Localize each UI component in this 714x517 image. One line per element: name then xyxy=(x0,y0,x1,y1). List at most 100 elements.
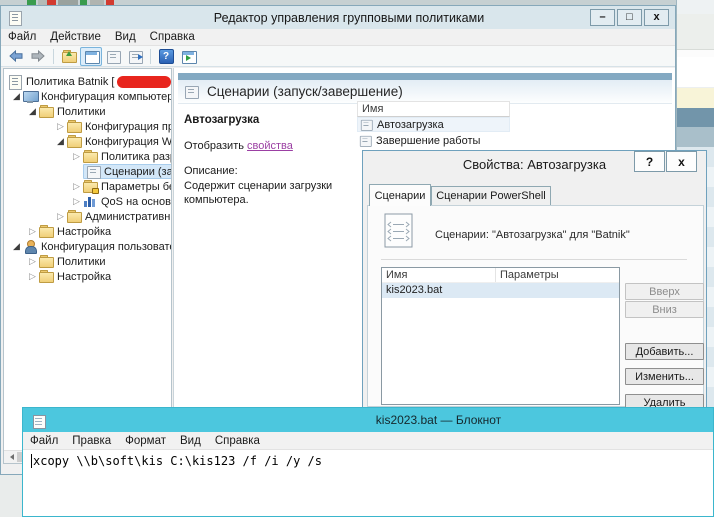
menu-action[interactable]: Действие xyxy=(43,30,108,44)
expander-collapsed-icon[interactable] xyxy=(28,225,39,238)
maximize-button[interactable]: □ xyxy=(617,9,642,26)
edit-button[interactable]: Изменить... xyxy=(625,368,704,385)
background-band xyxy=(677,108,714,127)
background-band xyxy=(677,0,714,14)
notepad-menubar: Файл Правка Формат Вид Справка xyxy=(23,432,713,450)
tree-item-policies[interactable]: Политики xyxy=(4,104,171,119)
close-button[interactable]: x xyxy=(644,9,669,26)
qos-chart-icon xyxy=(83,195,98,208)
notepad-icon xyxy=(31,414,46,429)
folder-icon xyxy=(67,120,82,133)
notepad-text: xcopy \\b\soft\kis C:\kis123 /f /i /y /s xyxy=(33,454,322,468)
add-button[interactable]: Добавить... xyxy=(625,343,704,360)
console-tree: Политика Batnik [ Конфигурация компьютер… xyxy=(4,69,171,284)
expander-collapsed-icon[interactable] xyxy=(72,195,83,208)
tree-item-policy-based-qos[interactable]: QoS на основе п xyxy=(4,194,171,209)
folder-lock-icon xyxy=(83,180,99,194)
tree-item-software-settings[interactable]: Конфигурация прог xyxy=(4,119,171,134)
notepad-titlebar[interactable]: kis2023.bat — Блокнот xyxy=(23,408,713,432)
menu-view[interactable]: Вид xyxy=(108,30,143,44)
dialog-help-button[interactable]: ? xyxy=(634,151,665,172)
column-parameters[interactable]: Параметры xyxy=(496,268,559,282)
forward-arrow-icon[interactable] xyxy=(27,47,49,66)
show-window-icon[interactable] xyxy=(177,47,199,66)
expander-expanded-icon[interactable] xyxy=(12,240,23,253)
scroll-left-button[interactable] xyxy=(4,451,17,463)
tree-item-user-configuration[interactable]: Конфигурация пользовате xyxy=(4,239,171,254)
notepad-menu-file[interactable]: Файл xyxy=(23,434,65,448)
script-icon xyxy=(360,119,373,131)
tree-item-user-preferences[interactable]: Настройка xyxy=(4,269,171,284)
dialog-caption: Сценарии: "Автозагрузка" для "Batnik" xyxy=(435,229,630,241)
console-window-icon[interactable] xyxy=(80,46,102,66)
tree-selection-highlight: Сценарии (запус xyxy=(83,164,171,179)
screen: Редактор управления групповыми политикам… xyxy=(0,0,714,517)
gpo-icon xyxy=(8,75,23,90)
properties-link[interactable]: свойства xyxy=(247,140,293,152)
help-icon[interactable]: ? xyxy=(155,47,177,66)
list-item-shutdown[interactable]: Завершение работы xyxy=(357,133,510,148)
dialog-close-button[interactable]: x xyxy=(666,151,697,172)
background-band xyxy=(677,88,714,108)
expander-collapsed-icon[interactable] xyxy=(28,270,39,283)
folder-icon xyxy=(39,270,54,283)
notepad-menu-format[interactable]: Формат xyxy=(118,434,173,448)
dialog-divider xyxy=(381,259,687,260)
notepad-menu-edit[interactable]: Правка xyxy=(65,434,118,448)
tab-powershell-scripts[interactable]: Сценарии PowerShell xyxy=(431,186,551,206)
expander-expanded-icon[interactable] xyxy=(28,105,39,118)
folder-icon xyxy=(67,210,82,223)
expander-collapsed-icon[interactable] xyxy=(56,120,67,133)
script-icon xyxy=(359,135,372,147)
scripts-list[interactable]: Имя Параметры kis2023.bat xyxy=(381,267,620,405)
document-window-icon[interactable] xyxy=(102,47,124,66)
export-list-icon[interactable] xyxy=(124,47,146,66)
notepad-menu-view[interactable]: Вид xyxy=(173,434,208,448)
expander-collapsed-icon[interactable] xyxy=(72,180,83,193)
background-band xyxy=(677,57,714,88)
tree-item-user-policies[interactable]: Политики xyxy=(4,254,171,269)
toolbar-separator xyxy=(53,48,54,64)
tree-item-scripts-selected[interactable]: Сценарии (запус xyxy=(4,164,171,179)
selected-item-title: Автозагрузка xyxy=(184,114,260,126)
tree-item-policy-root[interactable]: Политика Batnik [ xyxy=(4,74,171,90)
tab-scripts[interactable]: Сценарии xyxy=(369,184,431,206)
tree-item-administrative-templates[interactable]: Административные xyxy=(4,209,171,224)
back-arrow-icon[interactable] xyxy=(5,47,27,66)
menu-file[interactable]: Файл xyxy=(1,30,43,44)
tree-item-name-resolution-policy[interactable]: Политика разреш xyxy=(4,149,171,164)
editor-titlebar[interactable]: Редактор управления групповыми политикам… xyxy=(1,6,675,29)
minimize-button[interactable]: – xyxy=(590,9,615,26)
move-down-button[interactable]: Вниз xyxy=(625,301,704,318)
column-name[interactable]: Имя xyxy=(382,268,496,282)
list-item-startup[interactable]: Автозагрузка xyxy=(357,117,510,132)
folder-icon xyxy=(39,225,54,238)
dialog-titlebar[interactable]: Свойства: Автозагрузка ? x xyxy=(363,151,706,177)
tree-item-computer-configuration[interactable]: Конфигурация компьютер xyxy=(4,89,171,104)
gpo-window-icon xyxy=(8,11,23,26)
script-sheet-icon xyxy=(384,213,413,248)
expander-collapsed-icon[interactable] xyxy=(56,210,67,223)
expander-collapsed-icon[interactable] xyxy=(28,255,39,268)
menu-help[interactable]: Справка xyxy=(143,30,202,44)
background-band xyxy=(677,127,714,147)
notepad-window: kis2023.bat — Блокнот Файл Правка Формат… xyxy=(22,407,714,517)
tree-item-security-settings[interactable]: Параметры безо xyxy=(4,179,171,194)
notepad-menu-help[interactable]: Справка xyxy=(208,434,267,448)
tree-item-windows-settings[interactable]: Конфигурация Winc xyxy=(4,134,171,149)
expander-collapsed-icon[interactable] xyxy=(72,150,83,163)
editor-menubar: Файл Действие Вид Справка xyxy=(1,29,675,46)
move-up-button[interactable]: Вверх xyxy=(625,283,704,300)
toolbar-separator xyxy=(150,48,151,64)
folder-up-icon[interactable] xyxy=(58,47,80,66)
startup-properties-dialog: Свойства: Автозагрузка ? x Сценарии Сцен… xyxy=(362,150,707,411)
expander-expanded-icon[interactable] xyxy=(56,135,67,148)
expander-expanded-icon[interactable] xyxy=(12,90,23,103)
tree-item-preferences[interactable]: Настройка xyxy=(4,224,171,239)
name-column-header[interactable]: Имя xyxy=(357,101,510,117)
description-text: Содержит сценарии загрузки компьютера. xyxy=(184,180,333,206)
notepad-text-area[interactable]: xcopy \\b\soft\kis C:\kis123 /f /i /y /s xyxy=(23,450,713,468)
scripts-list-header: Имя Параметры xyxy=(382,268,619,283)
script-row-kis2023[interactable]: kis2023.bat xyxy=(382,283,619,298)
